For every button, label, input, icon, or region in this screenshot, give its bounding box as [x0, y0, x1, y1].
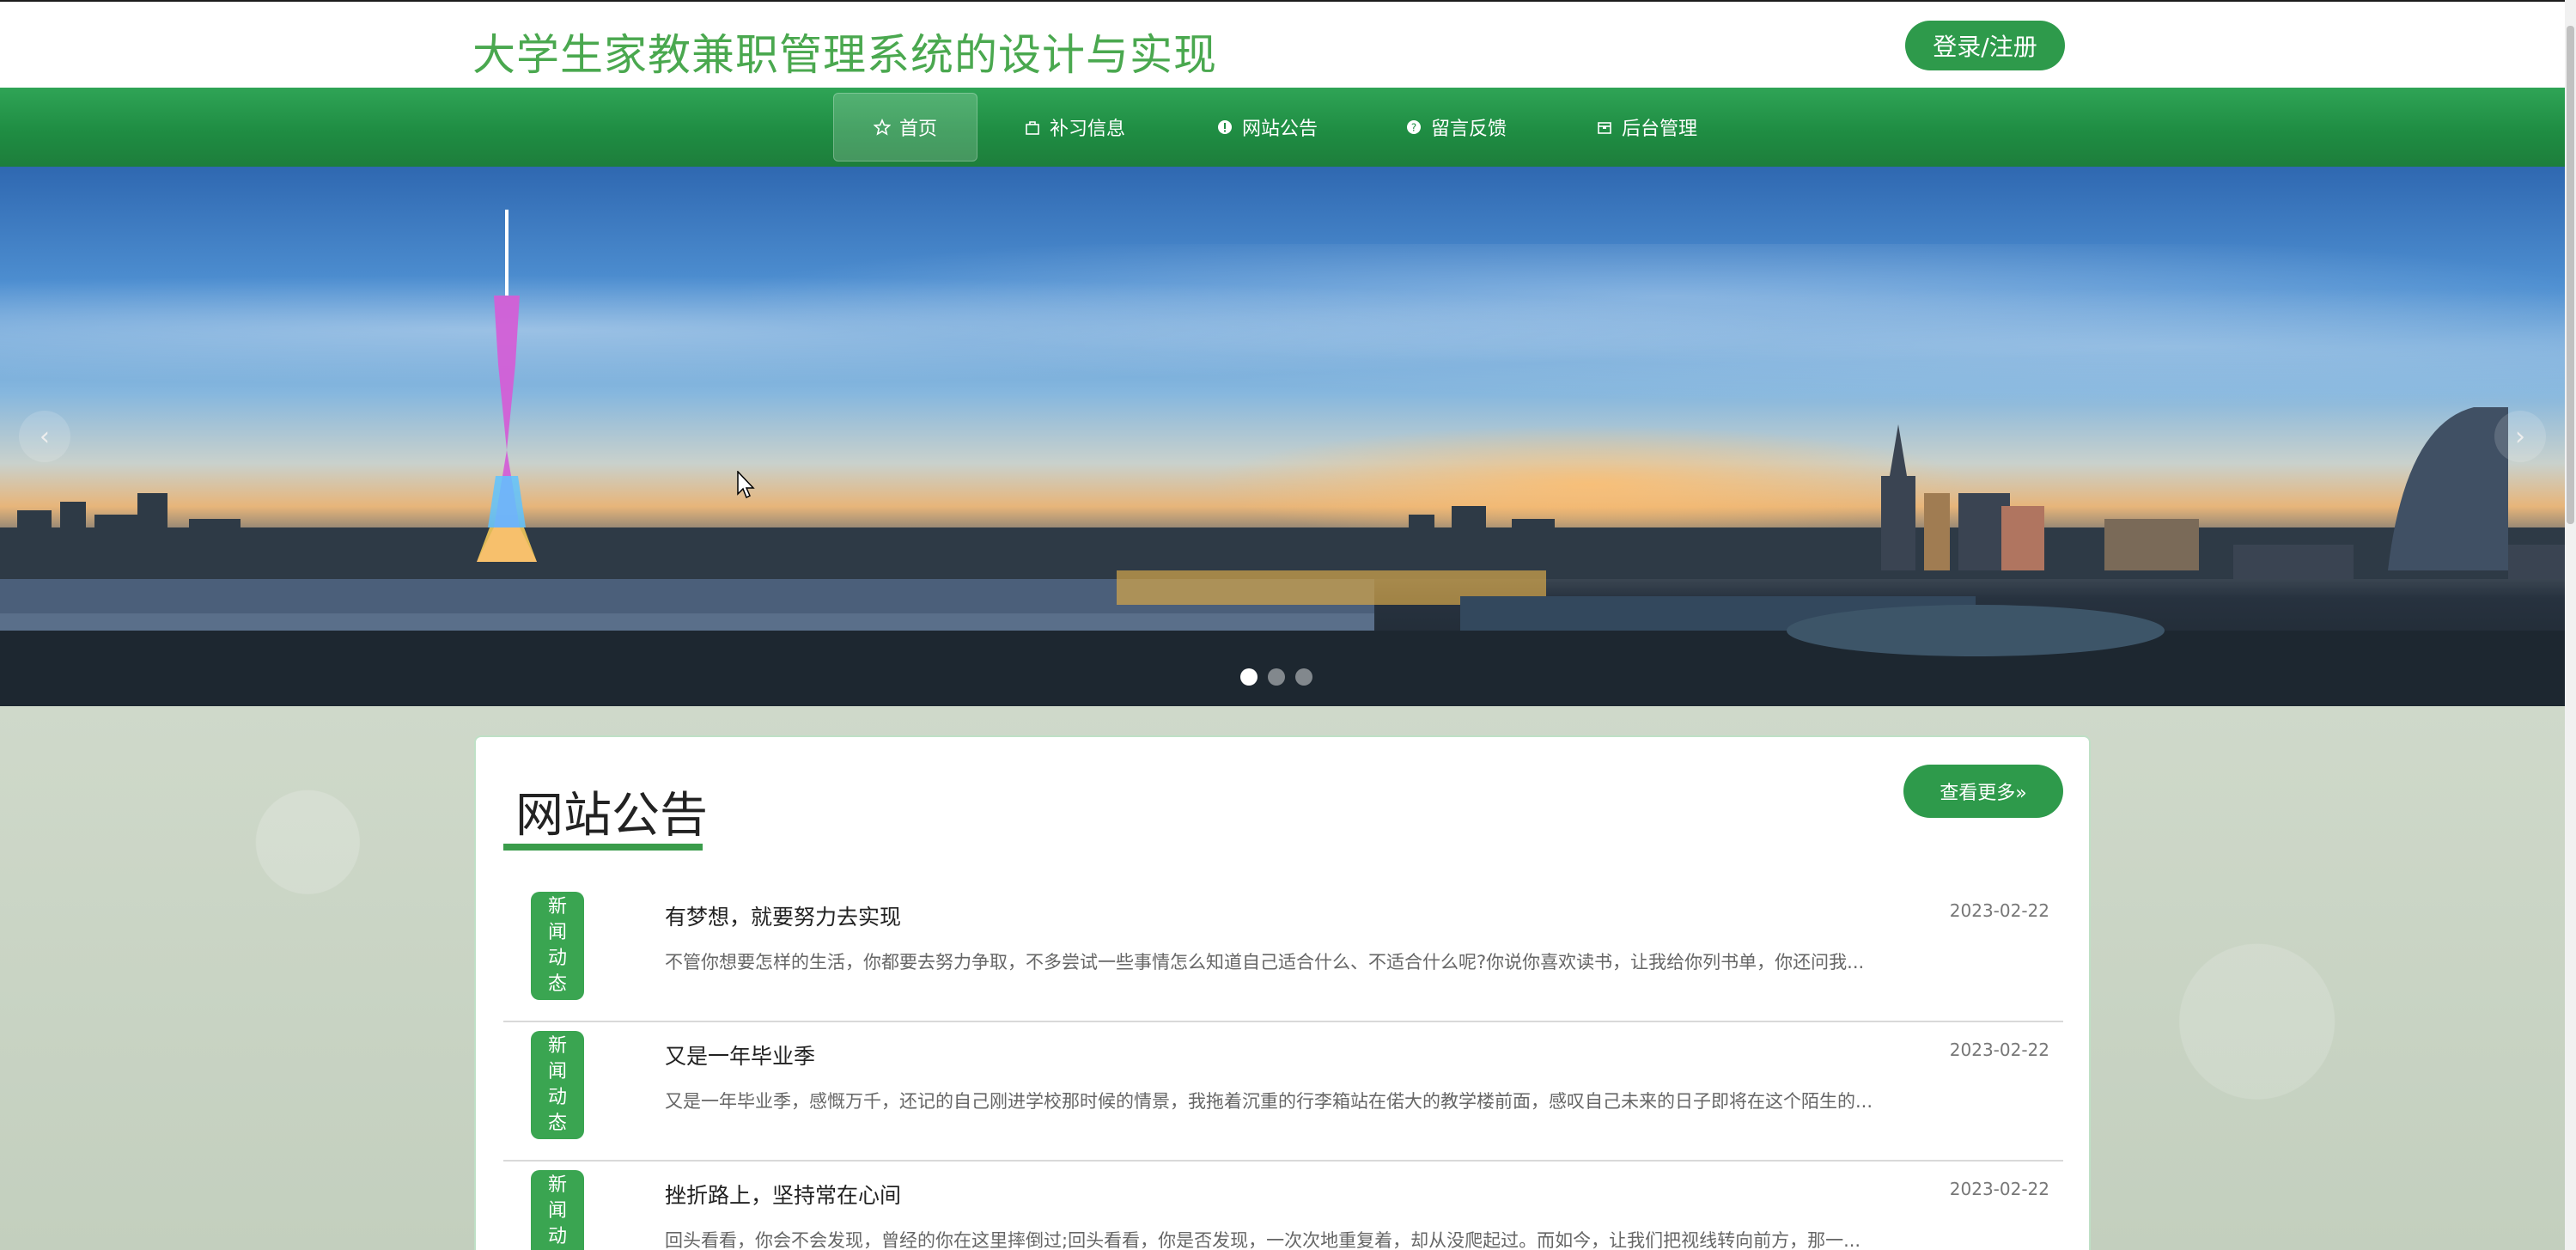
- news-date: 2023-02-22: [1949, 1040, 2049, 1060]
- title-underline: [503, 844, 703, 851]
- login-register-button[interactable]: 登录/注册: [1905, 21, 2065, 70]
- news-list-item[interactable]: 新闻动态 又是一年毕业季 2023-02-22 又是一年毕业季，感慨万千，还记的…: [503, 1022, 2063, 1162]
- news-category-tag: 新闻动态: [531, 1170, 584, 1250]
- nav-item-label: 补习信息: [1049, 119, 1125, 140]
- notice-title: 网站公告: [515, 788, 708, 844]
- chevron-right-icon: ›: [2515, 421, 2525, 452]
- scrollbar-thumb[interactable]: [2567, 26, 2574, 524]
- question-icon: ?: [1406, 120, 1421, 134]
- nav-item-label: 网站公告: [1241, 119, 1318, 140]
- news-date: 2023-02-22: [1949, 1179, 2049, 1199]
- site-title: 大学生家教兼职管理系统的设计与实现: [472, 30, 1217, 80]
- news-category-tag: 新闻动态: [531, 1031, 584, 1139]
- nav-item-label: 后台管理: [1621, 119, 1697, 140]
- view-more-label: 查看更多»: [1940, 783, 2027, 804]
- news-title[interactable]: 有梦想，就要努力去实现: [665, 900, 901, 931]
- star-icon: [873, 119, 891, 136]
- carousel-prev-button[interactable]: ‹: [19, 411, 70, 462]
- nav-item-tutoring[interactable]: 补习信息: [1010, 93, 1139, 162]
- nav-item-home[interactable]: 首页: [833, 93, 977, 162]
- news-title[interactable]: 又是一年毕业季: [665, 1040, 815, 1070]
- chevron-left-icon: ‹: [40, 421, 50, 452]
- notice-panel: 网站公告 查看更多» 新闻动态 有梦想，就要努力去实现 2023-02-22 不…: [474, 735, 2091, 1250]
- nav-item-label: 首页: [898, 119, 937, 140]
- news-date: 2023-02-22: [1949, 900, 2049, 921]
- nav-item-feedback[interactable]: ? 留言反馈: [1392, 93, 1520, 162]
- carousel-dot[interactable]: [1295, 668, 1312, 686]
- city-skyline-image: [0, 210, 2565, 706]
- news-summary: 回头看看，你会不会发现，曾经的你在这里摔倒过;回头看看，你是否发现，一次次地重复…: [665, 1230, 1861, 1250]
- carousel-indicators: [1240, 668, 1312, 686]
- mouse-cursor-icon: [737, 471, 755, 499]
- carousel-dot[interactable]: [1240, 668, 1258, 686]
- banner-carousel: ‹ ›: [0, 167, 2565, 706]
- news-summary: 又是一年毕业季，感慨万千，还记的自己刚进学校那时候的情景，我拖着沉重的行李箱站在…: [665, 1091, 1873, 1112]
- nav-item-notice[interactable]: 网站公告: [1203, 93, 1331, 162]
- view-more-button[interactable]: 查看更多»: [1903, 765, 2063, 818]
- nav-item-admin[interactable]: 后台管理: [1582, 93, 1711, 162]
- svg-text:?: ?: [1411, 122, 1416, 134]
- carousel-dot[interactable]: [1268, 668, 1285, 686]
- box-icon: [1598, 122, 1611, 134]
- main-nav: 首页 补习信息 网站公告 ? 留言反馈 后台管理: [0, 88, 2565, 167]
- news-title[interactable]: 挫折路上，坚持常在心间: [665, 1179, 901, 1210]
- news-list-item[interactable]: 新闻动态 有梦想，就要努力去实现 2023-02-22 不管你想要怎样的生活，你…: [503, 883, 2063, 1022]
- info-icon: [1217, 120, 1232, 134]
- site-header: 大学生家教兼职管理系统的设计与实现 登录/注册: [0, 0, 2565, 88]
- bag-icon: [1026, 121, 1039, 135]
- news-summary: 不管你想要怎样的生活，你都要去努力争取，不多尝试一些事情怎么知道自己适合什么、不…: [665, 952, 1865, 973]
- news-category-tag: 新闻动态: [531, 892, 584, 1000]
- carousel-next-button[interactable]: ›: [2494, 411, 2546, 462]
- nav-item-label: 留言反馈: [1430, 119, 1507, 140]
- news-list-item[interactable]: 新闻动态 挫折路上，坚持常在心间 2023-02-22 回头看看，你会不会发现，…: [503, 1162, 2063, 1250]
